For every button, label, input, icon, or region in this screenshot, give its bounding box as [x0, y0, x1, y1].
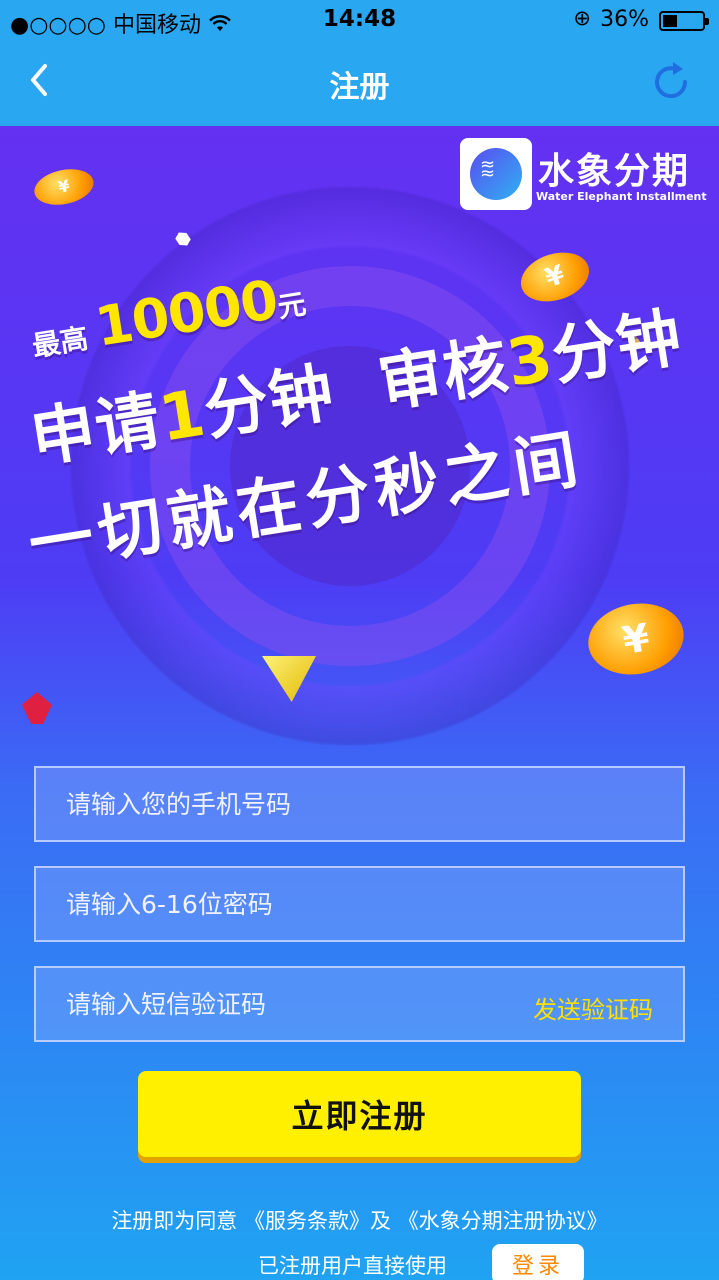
refresh-button[interactable]: [647, 58, 695, 106]
page-title: 注册: [329, 70, 390, 105]
coin-icon: ¥: [31, 164, 97, 210]
max-label: 最高: [29, 321, 91, 364]
password-input[interactable]: [36, 868, 683, 940]
send-code-button[interactable]: 发送验证码: [533, 990, 653, 1025]
brand-subtitle: Water Elephant Installment: [536, 190, 707, 203]
terms-link[interactable]: 《服务条款》: [244, 1209, 370, 1233]
review-text: 审核: [373, 328, 514, 422]
agreement-text: 注册即为同意 《服务条款》及 《水象分期注册协议》: [0, 1205, 719, 1235]
register-button[interactable]: 立即注册: [138, 1071, 581, 1157]
promo-banner: ≈ ≈ 水象分期 Water Elephant Installment ¥ ¥ ¥…: [0, 126, 719, 746]
apply-text: 申请: [25, 383, 166, 478]
brand-logo: ≈ ≈: [460, 138, 532, 210]
battery-fill: [663, 15, 677, 27]
apply-unit: 分钟: [199, 356, 340, 450]
phone-field[interactable]: [34, 766, 685, 842]
existing-user-text: 已注册用户直接使用: [258, 1254, 447, 1278]
battery-percent: 36%: [600, 7, 649, 32]
gem-icon: [22, 692, 52, 724]
agree-and: 及: [370, 1209, 391, 1233]
phone-input[interactable]: [36, 768, 683, 840]
logo-circle: [470, 148, 522, 200]
orientation-lock-icon: ⊕: [573, 6, 591, 30]
password-field[interactable]: [34, 866, 685, 942]
review-unit: 分钟: [547, 301, 688, 395]
coin-icon: ¥: [582, 596, 690, 682]
login-button[interactable]: 登录: [492, 1244, 584, 1280]
max-unit: 元: [275, 287, 309, 325]
refresh-icon: [655, 62, 688, 99]
battery-icon: [659, 11, 709, 31]
agree-prefix: 注册即为同意: [111, 1209, 238, 1233]
sms-code-field[interactable]: 发送验证码: [34, 966, 685, 1042]
status-bar: ●○○○○ 中国移动 14:48 ⊕ 36%: [0, 0, 719, 40]
nav-bar: 注册: [0, 40, 719, 126]
agreement-link[interactable]: 《水象分期注册协议》: [398, 1209, 608, 1233]
wave-icon: ≈ ≈: [480, 154, 495, 184]
brand-name: 水象分期: [538, 151, 691, 192]
